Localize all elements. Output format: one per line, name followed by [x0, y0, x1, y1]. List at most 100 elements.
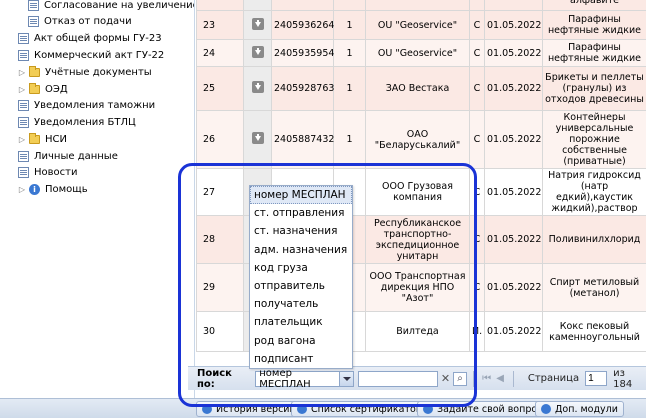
table-row[interactable]: 23 2405936264 1 OU "Geoservice" С 01.05.… [196, 10, 646, 40]
ask-question-button[interactable]: Задайте свой вопрос [417, 401, 549, 417]
table-row[interactable]: 26 2405887432 1 ОАО "Беларуськалий" С 01… [196, 110, 646, 169]
table-row[interactable]: 24 2405935954 1 OU "Geoservice" С 01.05.… [196, 39, 646, 67]
date-cell: 01.05.2022 [484, 39, 543, 67]
dropdown-option[interactable]: номер МЕСПЛАН [250, 186, 352, 205]
toolbar-separator [512, 370, 514, 387]
document-icon [18, 49, 29, 61]
document-icon [18, 32, 29, 44]
type-cell: С [469, 10, 485, 40]
org-cell: OU "Geoservice" [365, 39, 470, 67]
row-number: 24 [196, 39, 244, 67]
info-icon [541, 404, 551, 414]
dropdown-option[interactable]: ст. отправления [250, 204, 352, 222]
tree-item-akt-gu23[interactable]: Акт общей формы ГУ-23 [18, 30, 162, 46]
download-icon[interactable] [251, 17, 264, 30]
expand-arrow-icon[interactable]: ▷ [18, 85, 26, 94]
search-field-value: номер МЕСПЛАН [259, 367, 311, 390]
search-field-dropdown: номер МЕСПЛАН ст. отправления ст. назнач… [249, 185, 353, 369]
table-row[interactable]: 25 2405928763 1 ЗАО Вестака С 01.05.2022… [196, 66, 646, 111]
row-number: 27 [196, 168, 244, 216]
dropdown-option[interactable]: код груза [250, 259, 352, 277]
history-icon [202, 404, 212, 414]
page-total: из 184 [613, 367, 633, 390]
bottom-bar: История версий Список сертификатов Задай… [0, 398, 646, 418]
date-cell: 01.05.2022 [484, 311, 543, 352]
row-number: 28 [196, 215, 244, 264]
type-cell: С [469, 110, 485, 169]
cargo-cell: Поливинилхлорид [542, 215, 646, 264]
tree-item-uchetnye[interactable]: ▷ Учётные документы [18, 64, 152, 80]
dispatch-id: 2405887432 [271, 110, 334, 169]
first-page-icon[interactable]: ⏮ [480, 372, 494, 386]
tree-item-label: Акт общей формы ГУ-23 [34, 32, 162, 44]
expand-arrow-icon[interactable]: ▷ [18, 135, 26, 144]
table-row[interactable]: алфавите [196, 0, 646, 11]
cargo-cell: Кокс пековый каменноугольный [542, 311, 646, 352]
document-icon [28, 15, 39, 27]
version-history-button[interactable]: История версий [196, 401, 302, 417]
tree-item-pomoshch[interactable]: ▷ i Помощь [18, 181, 88, 197]
folder-icon [29, 66, 40, 77]
certificates-button[interactable]: Список сертификатов [291, 401, 428, 417]
button-label: Доп. модули [555, 403, 618, 415]
date-cell: 01.05.2022 [484, 168, 543, 216]
dispatch-id: 2405935954 [271, 39, 334, 67]
tree-item-label: Отказ от подачи [44, 15, 132, 27]
tree-item-otkaz[interactable]: Отказ от подачи [28, 13, 132, 29]
tree-item-btlc[interactable]: Уведомления БТЛЦ [18, 114, 136, 130]
clear-icon[interactable]: ✕ [439, 372, 453, 386]
tree-item-novosti[interactable]: Новости [18, 164, 77, 180]
row-number: 23 [196, 10, 244, 40]
button-label: Задайте свой вопрос [437, 403, 543, 415]
search-field-select[interactable]: номер МЕСПЛАН [255, 367, 354, 390]
dispatch-id: 2405936264 [271, 10, 334, 40]
search-input[interactable] [357, 370, 438, 387]
dispatch-id: 2405928763 [271, 66, 334, 111]
row-number: 30 [196, 311, 244, 352]
expand-arrow-icon[interactable]: ▷ [18, 68, 26, 77]
prev-page-icon[interactable]: ◀ [493, 372, 507, 386]
cargo-cell: Парафины нефтяные жидкие [542, 10, 646, 40]
dropdown-option[interactable]: ст. назначения [250, 222, 352, 240]
tree-item-lichnye[interactable]: Личные данные [18, 148, 118, 164]
tree-item-label: Новости [34, 166, 78, 178]
toolbar-separator [472, 370, 474, 387]
dropdown-option[interactable]: род вагона [250, 332, 352, 350]
chevron-down-icon[interactable] [338, 371, 353, 386]
org-cell: OU "Geoservice" [365, 10, 470, 40]
navigation-tree: Согласование на увеличение по Отказ от п… [0, 0, 195, 398]
document-icon [18, 99, 29, 111]
org-cell: ОАО "Беларуськалий" [365, 110, 470, 169]
extra-modules-button[interactable]: Доп. модули [535, 401, 624, 417]
tree-item-tamozhnya[interactable]: Уведомления таможни [18, 97, 155, 113]
row-number: 29 [196, 263, 244, 312]
paging-toolbar: Поиск по: номер МЕСПЛАН ✕ ⌕ ⏮ ◀ Страница… [188, 366, 646, 390]
dropdown-option[interactable]: отправитель [250, 277, 352, 295]
cargo-cell: Контейнеры универсальные порожние собств… [542, 110, 646, 169]
tree-item-soglasovanie[interactable]: Согласование на увеличение по [28, 0, 194, 13]
download-icon[interactable] [251, 45, 264, 58]
info-icon: i [29, 183, 40, 195]
type-cell: С [469, 168, 485, 216]
certificate-icon [297, 404, 307, 414]
tree-item-label: Коммерческий акт ГУ-22 [34, 49, 165, 61]
qty-cell: 1 [333, 110, 366, 169]
search-icon[interactable]: ⌕ [453, 371, 467, 386]
dropdown-option[interactable]: подписант [250, 350, 352, 368]
tree-item-nsi[interactable]: ▷ НСИ [18, 131, 67, 147]
expand-arrow-icon[interactable]: ▷ [18, 185, 26, 194]
dropdown-option[interactable]: плательщик [250, 313, 352, 331]
tree-item-label: НСИ [45, 133, 67, 145]
page-number-input[interactable] [585, 371, 608, 386]
dropdown-option[interactable]: адм. назначения [250, 241, 352, 259]
tree-item-akt-gu22[interactable]: Коммерческий акт ГУ-22 [18, 47, 164, 63]
download-icon[interactable] [251, 81, 264, 93]
type-cell: С [469, 66, 485, 111]
dropdown-option[interactable]: получатель [250, 295, 352, 313]
page-label: Страница [527, 373, 580, 384]
download-icon[interactable] [251, 132, 264, 144]
tree-item-oed[interactable]: ▷ ОЭД [18, 81, 68, 97]
cargo-cell: Брикеты и пеллеты (гранулы) из отходов д… [542, 66, 646, 111]
document-icon [18, 166, 29, 178]
tree-item-label: Личные данные [34, 150, 118, 162]
